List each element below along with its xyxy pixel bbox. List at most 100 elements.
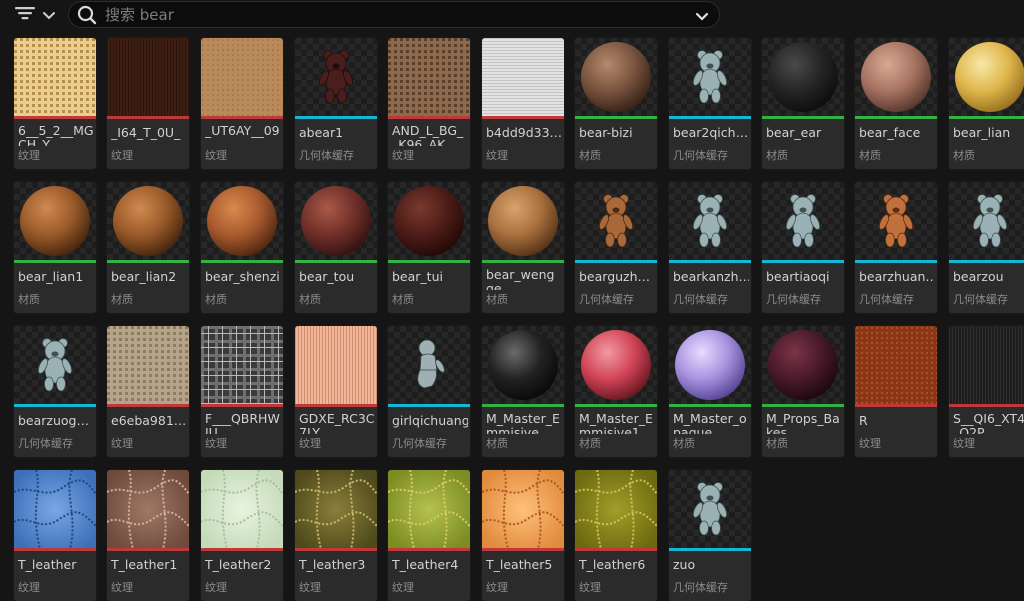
asset-type-label: 纹理 bbox=[111, 149, 133, 162]
asset-thumbnail bbox=[295, 470, 377, 549]
asset-tile[interactable]: 6__5_2__MGCH_Y 纹理 bbox=[14, 38, 96, 169]
asset-name: M_Master_Emmisive1 bbox=[579, 412, 653, 434]
asset-tile[interactable]: T_leather4 纹理 bbox=[388, 470, 470, 601]
asset-type-color-bar bbox=[762, 404, 844, 407]
asset-tile[interactable]: T_leather5 纹理 bbox=[482, 470, 564, 601]
asset-tile[interactable]: bear_face 材质 bbox=[855, 38, 937, 169]
asset-tile[interactable]: R 纹理 bbox=[855, 326, 937, 457]
asset-tile[interactable]: bearzhuan… 几何体缓存 bbox=[855, 182, 937, 313]
asset-tile[interactable]: M_Master_Emmisive 材质 bbox=[482, 326, 564, 457]
filter-icon bbox=[14, 4, 36, 26]
asset-tile[interactable]: bear_lian 材质 bbox=[949, 38, 1024, 169]
asset-type-color-bar bbox=[575, 260, 657, 263]
asset-type-label: 纹理 bbox=[299, 581, 321, 594]
asset-tile[interactable]: T_leather1 纹理 bbox=[107, 470, 189, 601]
asset-name: M_Master_opaque bbox=[673, 412, 747, 434]
asset-type-color-bar bbox=[388, 404, 470, 407]
asset-type-label: 几何体缓存 bbox=[673, 581, 728, 594]
asset-name: bearzou bbox=[953, 269, 1004, 284]
asset-name: R bbox=[859, 413, 868, 428]
search-input[interactable] bbox=[105, 4, 665, 25]
asset-tile[interactable]: T_leather3 纹理 bbox=[295, 470, 377, 601]
asset-type-label: 材质 bbox=[205, 293, 227, 306]
asset-type-color-bar bbox=[388, 260, 470, 263]
asset-tile[interactable]: M_Props_Bakes 材质 bbox=[762, 326, 844, 457]
asset-thumbnail bbox=[855, 326, 937, 405]
asset-name: bear2qich… bbox=[673, 125, 749, 140]
asset-name: bear_face bbox=[859, 125, 921, 140]
asset-type-color-bar bbox=[14, 260, 96, 263]
asset-name: bear_wengge bbox=[486, 268, 555, 290]
asset-thumbnail bbox=[14, 326, 96, 405]
asset-tile[interactable]: _I64_T_0U_ 纹理 bbox=[107, 38, 189, 169]
asset-tile[interactable]: T_leather6 纹理 bbox=[575, 470, 657, 601]
asset-type-label: 几何体缓存 bbox=[392, 437, 447, 450]
asset-name: bear_lian1 bbox=[18, 269, 84, 284]
asset-tile[interactable]: AND_L_BG__K96_AK 纹理 bbox=[388, 38, 470, 169]
asset-type-color-bar bbox=[107, 404, 189, 407]
search-box[interactable] bbox=[68, 1, 720, 28]
asset-thumbnail bbox=[762, 326, 844, 405]
asset-tile[interactable]: M_Master_opaque 材质 bbox=[669, 326, 751, 457]
asset-tile[interactable]: bear_lian2 材质 bbox=[107, 182, 189, 313]
asset-tile[interactable]: bear_shenzi 材质 bbox=[201, 182, 283, 313]
asset-tile[interactable]: e6eba981… 纹理 bbox=[107, 326, 189, 457]
asset-type-color-bar bbox=[949, 404, 1024, 407]
asset-type-color-bar bbox=[14, 548, 96, 551]
asset-type-label: 材质 bbox=[579, 437, 601, 450]
asset-thumbnail bbox=[107, 182, 189, 261]
asset-thumbnail bbox=[669, 38, 751, 117]
asset-tile[interactable]: abear1 几何体缓存 bbox=[295, 38, 377, 169]
asset-name: abear1 bbox=[299, 125, 344, 140]
asset-tile[interactable]: zuo 几何体缓存 bbox=[669, 470, 751, 601]
asset-type-label: 纹理 bbox=[486, 581, 508, 594]
asset-type-label: 材质 bbox=[673, 437, 695, 450]
asset-type-label: 材质 bbox=[392, 293, 414, 306]
asset-tile[interactable]: F___QBRHWIU 纹理 bbox=[201, 326, 283, 457]
asset-type-label: 材质 bbox=[953, 149, 975, 162]
asset-tile[interactable]: T_leather 纹理 bbox=[14, 470, 96, 601]
asset-tile[interactable]: _UT6AY__09 纹理 bbox=[201, 38, 283, 169]
asset-thumbnail bbox=[107, 470, 189, 549]
asset-tile[interactable]: bear_tou 材质 bbox=[295, 182, 377, 313]
asset-tile[interactable]: GDXE_RC3C7LY 纹理 bbox=[295, 326, 377, 457]
asset-thumbnail bbox=[855, 182, 937, 261]
asset-tile[interactable]: bear_ear 材质 bbox=[762, 38, 844, 169]
asset-tile[interactable]: S__QI6_XT4_Q2P 纹理 bbox=[949, 326, 1024, 457]
asset-tile[interactable]: bear-bizi 材质 bbox=[575, 38, 657, 169]
asset-thumbnail bbox=[762, 38, 844, 117]
asset-tile[interactable]: T_leather2 纹理 bbox=[201, 470, 283, 601]
asset-tile[interactable]: bear2qich… 几何体缓存 bbox=[669, 38, 751, 169]
asset-name: bearzhuan… bbox=[859, 269, 935, 284]
asset-name: girlqichuang bbox=[392, 413, 468, 428]
asset-tile[interactable]: bearzou 几何体缓存 bbox=[949, 182, 1024, 313]
asset-name: AND_L_BG__K96_AK bbox=[392, 124, 464, 146]
asset-tile[interactable]: bearzuog… 几何体缓存 bbox=[14, 326, 96, 457]
asset-name: bear_lian bbox=[953, 125, 1011, 140]
asset-name: bear_shenzi bbox=[205, 269, 280, 284]
asset-tile[interactable]: bearguzh… 几何体缓存 bbox=[575, 182, 657, 313]
asset-type-color-bar bbox=[855, 404, 937, 407]
asset-tile[interactable]: girlqichuang 几何体缓存 bbox=[388, 326, 470, 457]
asset-thumbnail bbox=[949, 326, 1024, 405]
chevron-down-icon[interactable] bbox=[695, 8, 709, 27]
filter-button[interactable] bbox=[14, 4, 62, 26]
asset-type-label: 材质 bbox=[486, 437, 508, 450]
asset-name: S__QI6_XT4_Q2P bbox=[953, 412, 1024, 434]
asset-thumbnail bbox=[388, 38, 470, 117]
asset-type-label: 纹理 bbox=[205, 437, 227, 450]
asset-tile[interactable]: bearkanzh… 几何体缓存 bbox=[669, 182, 751, 313]
asset-tile[interactable]: bear_lian1 材质 bbox=[14, 182, 96, 313]
asset-type-color-bar bbox=[107, 260, 189, 263]
asset-tile[interactable]: bear_wengge 材质 bbox=[482, 182, 564, 313]
asset-tile[interactable]: beartiaoqi 几何体缓存 bbox=[762, 182, 844, 313]
asset-type-color-bar bbox=[14, 404, 96, 407]
asset-tile[interactable]: M_Master_Emmisive1 材质 bbox=[575, 326, 657, 457]
asset-type-label: 材质 bbox=[18, 293, 40, 306]
asset-tile[interactable]: b4dd9d33… 纹理 bbox=[482, 38, 564, 169]
asset-type-color-bar bbox=[575, 548, 657, 551]
asset-thumbnail bbox=[575, 182, 657, 261]
asset-type-label: 纹理 bbox=[205, 149, 227, 162]
asset-thumbnail bbox=[107, 38, 189, 117]
asset-tile[interactable]: bear_tui 材质 bbox=[388, 182, 470, 313]
